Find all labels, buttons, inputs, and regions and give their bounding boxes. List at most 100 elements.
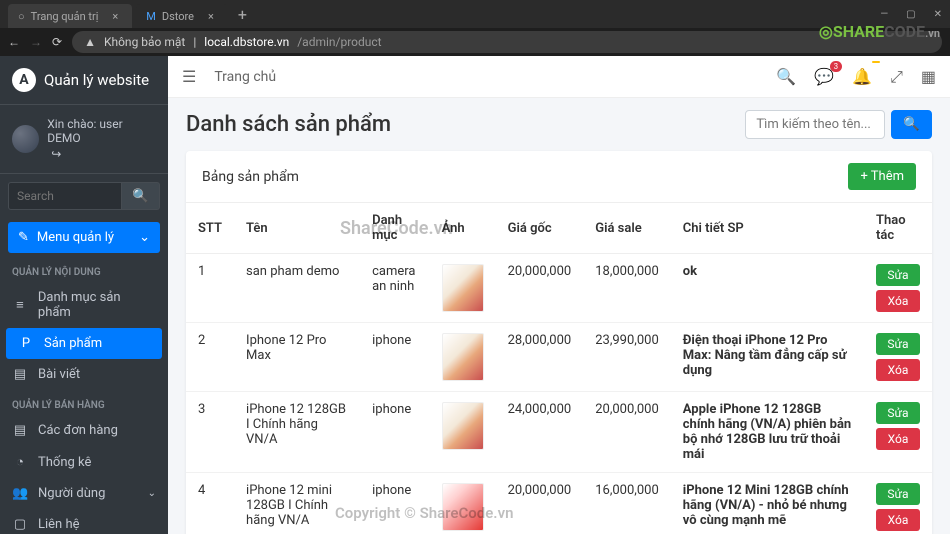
cell-sale: 20,000,000	[583, 392, 671, 473]
logout-icon[interactable]: ↪	[51, 147, 156, 161]
hamburger-icon[interactable]: ☰	[182, 67, 196, 86]
browser-tab[interactable]: M Dstore ×	[136, 4, 228, 28]
cell-actions: Sửa Xóa	[864, 254, 932, 323]
card-title: Bảng sản phẩm	[202, 169, 299, 185]
col-price: Giá gốc	[496, 203, 584, 254]
sidebar-item-icon: P	[18, 336, 34, 351]
minimize-icon[interactable]: —	[880, 9, 888, 20]
cell-img	[430, 323, 496, 392]
cell-name: san pham demo	[234, 254, 360, 323]
browser-tab-active[interactable]: ○ Trang quản trị ×	[8, 4, 132, 28]
sidebar-item-icon: ◔	[12, 454, 28, 470]
menu-toggle-label: Menu quản lý	[37, 230, 114, 245]
cell-actions: Sửa Xóa	[864, 323, 932, 392]
user-greeting: Xin chào: user DEMO	[47, 117, 156, 145]
add-product-button[interactable]: + Thêm	[848, 163, 916, 190]
delete-button[interactable]: Xóa	[876, 290, 920, 312]
cell-stt: 4	[186, 473, 234, 534]
browser-address-bar: ← → ⟳ ▲ Không bảo mật | local.dbstore.vn…	[0, 28, 950, 56]
url-input[interactable]: ▲ Không bảo mật | local.dbstore.vn/admin…	[72, 31, 942, 53]
close-icon[interactable]: ×	[112, 10, 118, 23]
edit-icon: ✎	[18, 230, 29, 245]
edit-button[interactable]: Sửa	[876, 483, 920, 505]
sidebar: A Quản lý website Xin chào: user DEMO ↪ …	[0, 56, 168, 534]
cell-name: Iphone 12 Pro Max	[234, 323, 360, 392]
user-block: Xin chào: user DEMO ↪	[0, 105, 168, 174]
delete-button[interactable]: Xóa	[876, 509, 920, 531]
notifications-icon[interactable]: 🔔	[852, 67, 872, 86]
brand-title: Quản lý website	[44, 71, 149, 89]
cell-sale: 18,000,000	[583, 254, 671, 323]
fullscreen-icon[interactable]: ⤢	[890, 67, 903, 87]
sidebar-item-icon: 👥	[12, 486, 28, 501]
maximize-icon[interactable]: ▢	[906, 9, 915, 20]
apps-grid-icon[interactable]: ▦	[921, 67, 936, 86]
product-search-input[interactable]	[745, 110, 885, 139]
sidebar-item[interactable]: 👥Người dùng⌄	[0, 478, 168, 509]
avatar[interactable]	[12, 125, 39, 153]
sidebar-search-input[interactable]	[8, 182, 122, 210]
sidebar-section-content: QUẢN LÝ NỘI DUNG	[0, 257, 168, 282]
menu-toggle-button[interactable]: ✎ Menu quản lý ⌄	[8, 222, 160, 253]
cell-cat: camera an ninh	[360, 254, 430, 323]
messages-icon[interactable]: 💬3	[814, 67, 834, 86]
message-badge: 3	[830, 61, 843, 72]
sidebar-item-label: Bài viết	[38, 367, 80, 382]
close-window-icon[interactable]: ✕	[934, 9, 942, 20]
topbar: ☰ Trang chủ 🔍 💬3 🔔 ⤢ ▦	[168, 56, 950, 98]
sidebar-item-icon: ▤	[12, 423, 28, 438]
chevron-down-icon: ⌄	[148, 488, 156, 499]
sidebar-item-label: Sản phẩm	[44, 336, 102, 351]
cell-price: 28,000,000	[496, 323, 584, 392]
table-row: 4iPhone 12 mini 128GB I Chính hãng VN/Ai…	[186, 473, 932, 534]
chevron-down-icon: ⌄	[139, 230, 150, 245]
sidebar-item[interactable]: ▢Liên hệ	[0, 509, 168, 534]
sidebar-item[interactable]: ◔Thống kê	[0, 446, 168, 478]
sidebar-item-label: Các đơn hàng	[38, 423, 118, 438]
delete-button[interactable]: Xóa	[876, 359, 920, 381]
sidebar-item[interactable]: ≡Danh mục sản phẩm	[0, 282, 168, 328]
page-content: Danh sách sản phẩm 🔍 Bảng sản phẩm + Thê…	[168, 98, 950, 534]
products-table: STT Tên Danh mục Ảnh Giá gốc Giá sale Ch…	[186, 203, 932, 534]
cell-detail: Điện thoại iPhone 12 Pro Max: Nâng tầm đ…	[671, 323, 864, 392]
new-tab-button[interactable]: +	[232, 3, 253, 26]
insecure-label: Không bảo mật	[104, 35, 185, 49]
sidebar-item[interactable]: ▤ Các đơn hàng	[0, 415, 168, 446]
cell-name: iPhone 12 128GB I Chính hãng VN/A	[234, 392, 360, 473]
sidebar-item[interactable]: P Sản phẩm	[6, 328, 162, 359]
cell-img	[430, 392, 496, 473]
watermark-logo: ◎SHARECODE.vn	[819, 22, 940, 41]
edit-button[interactable]: Sửa	[876, 402, 920, 424]
breadcrumb[interactable]: Trang chủ	[214, 69, 276, 85]
col-action: Thao tác	[864, 203, 932, 254]
col-detail: Chi tiết SP	[671, 203, 864, 254]
sidebar-item-label: Liên hệ	[38, 517, 80, 532]
sidebar-section-sales: QUẢN LÝ BÁN HÀNG	[0, 390, 168, 415]
product-thumb	[442, 483, 484, 531]
brand[interactable]: A Quản lý website	[0, 56, 168, 105]
sidebar-item-icon: ≡	[12, 297, 28, 313]
tab-favicon: M	[146, 10, 156, 23]
sidebar-search-button[interactable]: 🔍	[122, 182, 160, 210]
search-icon[interactable]: 🔍	[776, 67, 796, 86]
tab-favicon: ○	[18, 10, 25, 23]
delete-button[interactable]: Xóa	[876, 428, 920, 450]
edit-button[interactable]: Sửa	[876, 333, 920, 355]
close-icon[interactable]: ×	[208, 10, 214, 23]
sidebar-item[interactable]: ▤Bài viết	[0, 359, 168, 390]
cell-price: 24,000,000	[496, 392, 584, 473]
cell-stt: 1	[186, 254, 234, 323]
nav-reload-icon[interactable]: ⟳	[52, 35, 62, 49]
nav-forward-icon[interactable]: →	[30, 35, 42, 49]
notif-badge	[872, 61, 880, 63]
cell-price: 20,000,000	[496, 473, 584, 534]
main-area: ☰ Trang chủ 🔍 💬3 🔔 ⤢ ▦ Danh sách sản phẩ…	[168, 56, 950, 534]
insecure-icon: ▲	[84, 35, 96, 49]
tab-label: Dstore	[162, 10, 194, 23]
cell-detail: iPhone 12 Mini 128GB chính hãng (VN/A) -…	[671, 473, 864, 534]
col-sale: Giá sale	[583, 203, 671, 254]
col-name: Tên	[234, 203, 360, 254]
edit-button[interactable]: Sửa	[876, 264, 920, 286]
product-search-button[interactable]: 🔍	[891, 110, 932, 139]
nav-back-icon[interactable]: ←	[8, 35, 20, 49]
